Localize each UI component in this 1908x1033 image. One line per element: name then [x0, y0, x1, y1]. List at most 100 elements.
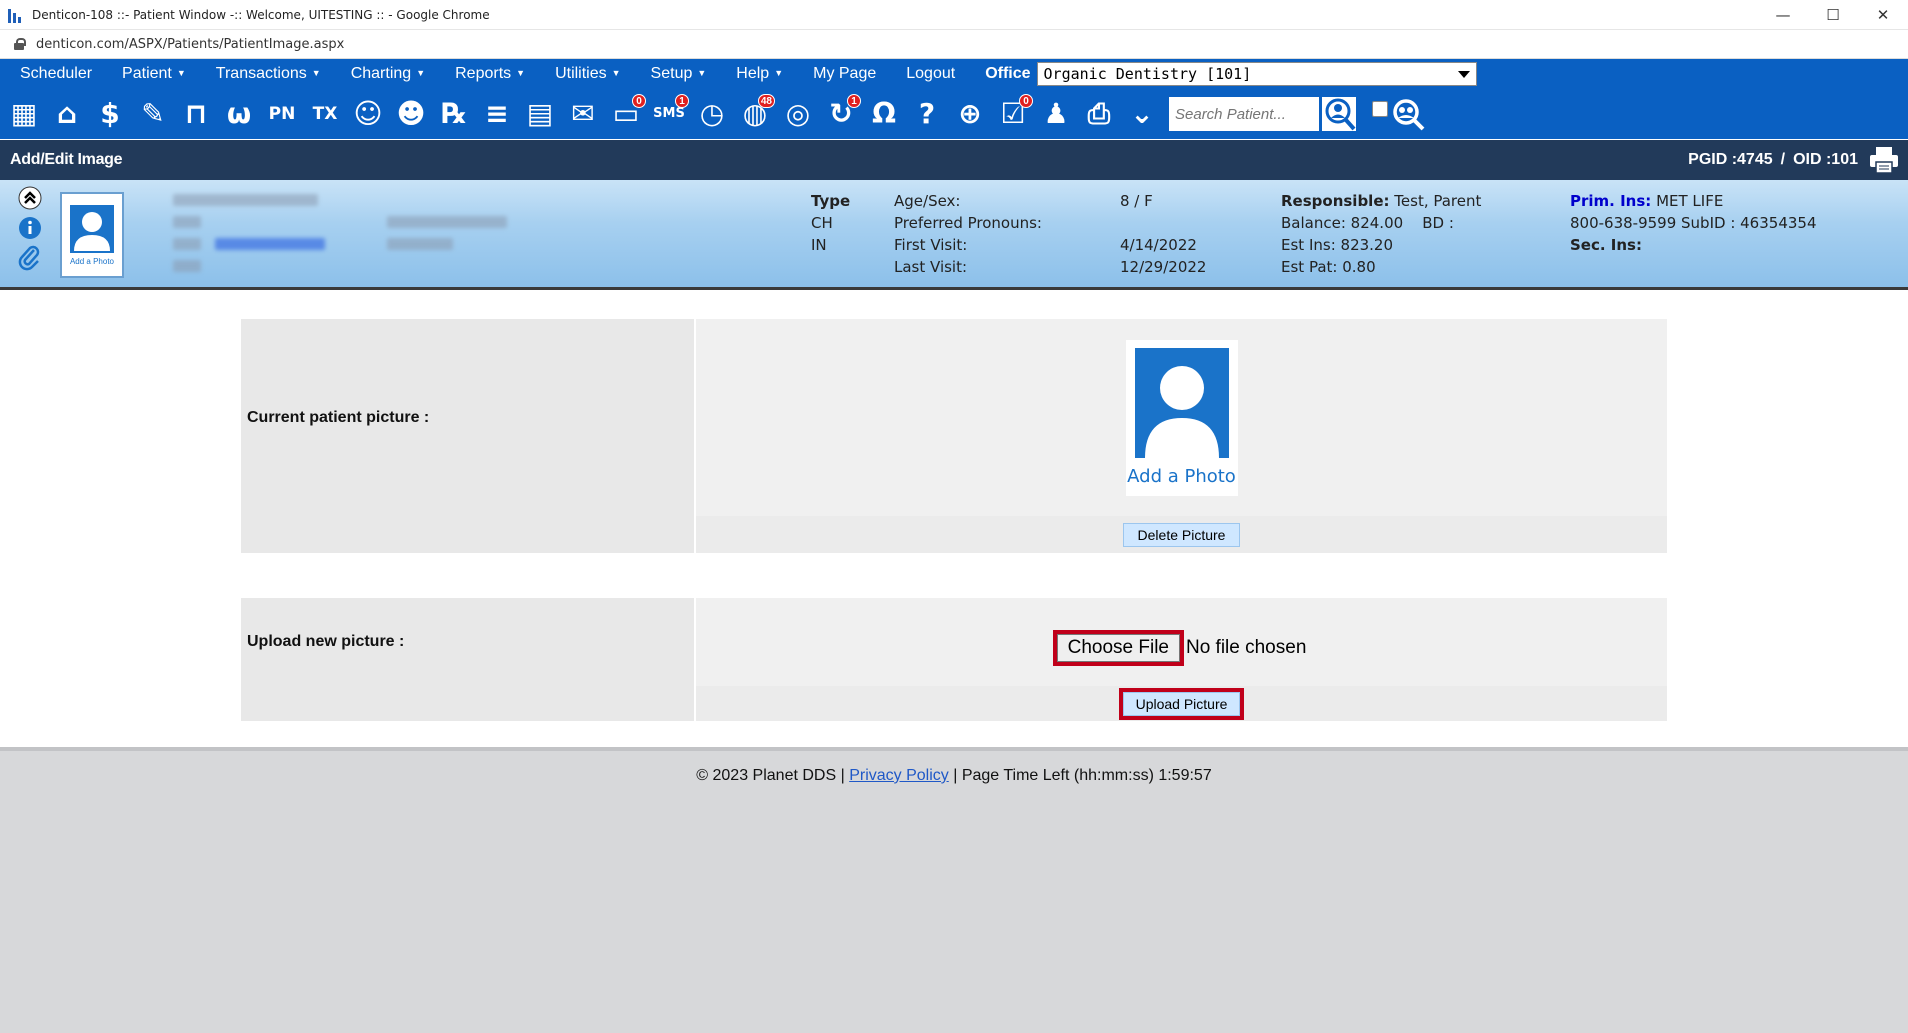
patient-search[interactable] — [1169, 97, 1319, 131]
footer-separator: | — [953, 767, 958, 784]
section-header: Add/Edit Image PGID :4745 / OID :101 — [0, 140, 1908, 180]
pn-icon[interactable]: PN — [262, 94, 302, 134]
insurance-phone-subid: 800-638-9599 SubID : 46354354 — [1570, 214, 1817, 232]
redacted-patient-name — [173, 194, 318, 206]
add-patient-icon[interactable]: ☺ — [348, 94, 388, 134]
app-icon — [8, 7, 22, 23]
chevron-down-icon[interactable]: ⌄ — [1122, 94, 1162, 134]
redacted-phone-link[interactable] — [215, 238, 325, 250]
collapse-icon[interactable] — [18, 186, 42, 210]
url-text[interactable]: denticon.com/ASPX/Patients/PatientImage.… — [36, 37, 344, 52]
document-icon[interactable]: ▤ — [520, 94, 560, 134]
clock-icon[interactable]: ◷ — [692, 94, 732, 134]
redacted-field — [387, 238, 453, 250]
search-option-checkbox[interactable] — [1372, 101, 1388, 117]
globe-settings-icon[interactable]: ◎ — [778, 94, 818, 134]
group-search-icon[interactable] — [1388, 94, 1428, 134]
upload-row: Upload new picture : Choose File No file… — [241, 598, 1667, 686]
search-user-icon[interactable] — [1319, 94, 1359, 134]
dropdown-arrow-icon — [1457, 70, 1470, 78]
delete-picture-button[interactable]: Delete Picture — [1122, 522, 1241, 547]
mail-icon[interactable]: ✉ — [563, 94, 603, 134]
file-input[interactable]: Choose File No file chosen — [1052, 630, 1307, 666]
upload-picture-button[interactable]: Upload Picture — [1118, 687, 1245, 720]
pronouns-label: Preferred Pronouns: — [894, 214, 1042, 232]
copyright-text: © 2023 Planet DDS | — [696, 767, 845, 784]
menu-transactions[interactable]: Transactions ▼ — [216, 65, 321, 83]
group-icon[interactable]: ♟ — [1036, 94, 1076, 134]
lock-icon — [14, 38, 26, 50]
dollar-icon[interactable]: $ — [90, 94, 130, 134]
rx-icon[interactable]: ℞ — [434, 94, 474, 134]
patient-banner: Add a Photo Type CH IN Age/Sex: Preferre… — [0, 180, 1908, 290]
first-visit-label: First Visit: — [894, 236, 968, 254]
tooth-outline-icon[interactable]: Ω — [864, 94, 904, 134]
chevron-down-icon: ▼ — [774, 68, 784, 78]
notification-badge: 1 — [675, 94, 689, 108]
notes-icon[interactable]: ≡ — [477, 94, 517, 134]
redacted-field — [173, 216, 201, 228]
type-code: CH — [811, 214, 833, 232]
menu-my-page[interactable]: My Page — [813, 65, 876, 83]
no-file-text: No file chosen — [1185, 637, 1307, 658]
globe-users-icon[interactable]: ◍ 48 — [735, 94, 775, 134]
choose-file-button[interactable]: Choose File — [1052, 630, 1184, 666]
current-photo-caption: Add a Photo — [1127, 465, 1236, 487]
attachment-icon[interactable] — [18, 245, 42, 271]
privacy-policy-link[interactable]: Privacy Policy — [849, 767, 949, 784]
refresh-user-icon[interactable]: ↻ 1 — [821, 94, 861, 134]
close-button[interactable]: ✕ — [1858, 0, 1908, 30]
calendar-icon[interactable]: ▦ — [4, 94, 44, 134]
printer-icon[interactable]: ⎙ — [1079, 94, 1119, 134]
menu-help[interactable]: Help ▼ — [736, 65, 783, 83]
menu-utilities[interactable]: Utilities ▼ — [555, 65, 620, 83]
chat-icon[interactable]: ▭ 0 — [606, 94, 646, 134]
tooth-icon[interactable]: ω — [219, 94, 259, 134]
menu-patient[interactable]: Patient ▼ — [122, 65, 186, 83]
info-icon[interactable] — [18, 216, 42, 240]
type-code: IN — [811, 236, 827, 254]
tooth-question-icon[interactable]: ? — [907, 94, 947, 134]
address-bar[interactable]: denticon.com/ASPX/Patients/PatientImage.… — [0, 30, 1908, 59]
menu-reports[interactable]: Reports ▼ — [455, 65, 525, 83]
menu-charting[interactable]: Charting ▼ — [351, 65, 425, 83]
tooth-chart-icon[interactable]: ⊓ — [176, 94, 216, 134]
pgid-label: PGID :4745 — [1688, 151, 1773, 168]
chevron-down-icon: ▼ — [516, 68, 526, 78]
first-visit-value: 4/14/2022 — [1120, 236, 1197, 254]
menu-scheduler[interactable]: Scheduler — [20, 65, 92, 83]
page-time-left: Page Time Left (hh:mm:ss) 1:59:57 — [961, 767, 1212, 784]
edit-icon[interactable]: ✎ — [133, 94, 173, 134]
id-separator: / — [1780, 151, 1786, 168]
image-form: Current patient picture : Add a Photo De… — [0, 293, 1908, 747]
globe-icon[interactable]: ⊕ — [950, 94, 990, 134]
window-titlebar: Denticon-108 ::- Patient Window -:: Welc… — [0, 0, 1908, 30]
office-select[interactable]: Organic Dentistry [101] — [1036, 62, 1477, 86]
printer-icon[interactable] — [1868, 145, 1900, 175]
notification-badge: 0 — [632, 94, 646, 108]
person-placeholder-icon — [1134, 347, 1229, 458]
checklist-icon[interactable]: ☑ 0 — [993, 94, 1033, 134]
add-family-icon[interactable]: ☻ — [391, 94, 431, 134]
maximize-button[interactable]: ☐ — [1808, 0, 1858, 30]
notification-badge: 48 — [757, 94, 775, 108]
home-icon[interactable]: ⌂ — [47, 94, 87, 134]
search-patient-input[interactable] — [1175, 105, 1315, 123]
last-visit-value: 12/29/2022 — [1120, 258, 1207, 276]
sms-icon[interactable]: SMS 1 — [649, 94, 689, 134]
responsible-value: Test, Parent — [1394, 192, 1482, 210]
balance-value: 824.00 — [1350, 214, 1404, 232]
current-picture-row: Current patient picture : Add a Photo — [241, 319, 1667, 516]
secondary-insurance-label: Sec. Ins: — [1570, 236, 1642, 254]
icon-toolbar: ▦ ⌂ $ ✎ ⊓ ω PN TX ☺ ☻ ℞ ≡ ▤ ✉ ▭ 0 SMS 1 ◷ ◍ 48 ◎ ↻ 1 Ω? ⊕ ☑ 0 ♟ ⎙ ⌄ — [0, 89, 1908, 139]
menu-setup[interactable]: Setup ▼ — [651, 65, 707, 83]
minimize-button[interactable]: — — [1758, 0, 1808, 30]
main-menu: Office Organic Dentistry [101] Scheduler… — [0, 59, 1908, 89]
office-select-value: Organic Dentistry [101] — [1043, 65, 1252, 83]
current-patient-photo: Add a Photo — [1125, 339, 1238, 496]
patient-photo-thumbnail[interactable]: Add a Photo — [60, 192, 124, 278]
tx-icon[interactable]: TX — [305, 94, 345, 134]
notification-badge: 1 — [847, 94, 861, 108]
menu-logout[interactable]: Logout — [906, 65, 955, 83]
responsible-label: Responsible: — [1281, 192, 1390, 210]
